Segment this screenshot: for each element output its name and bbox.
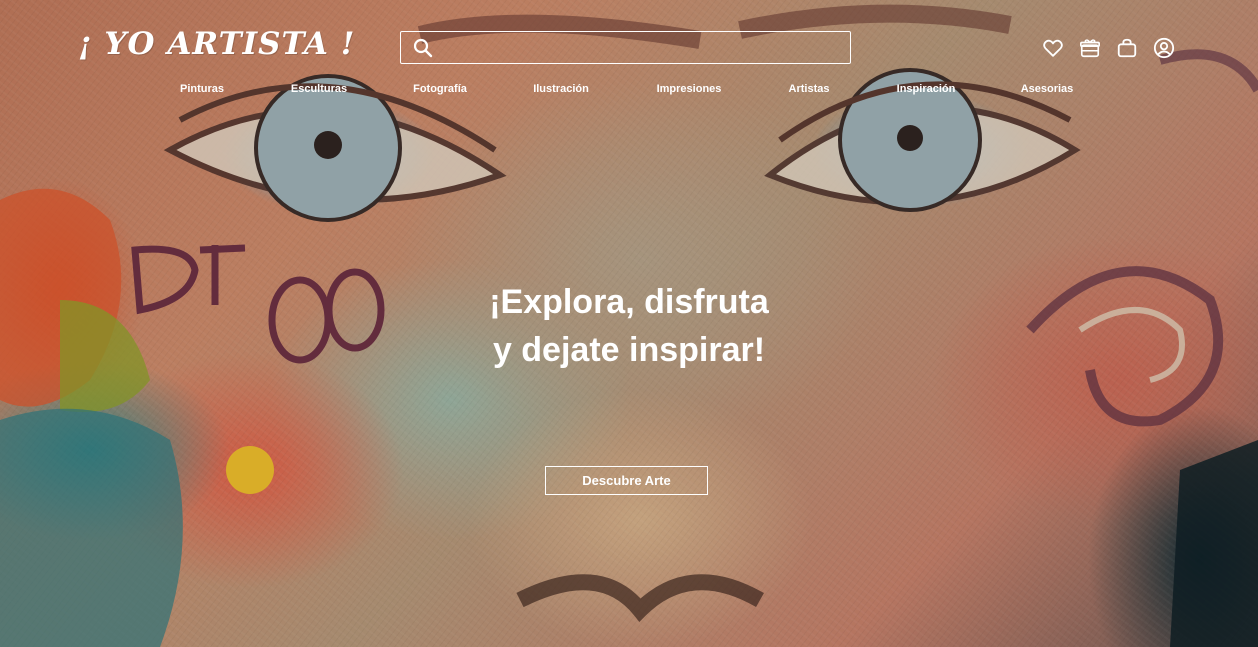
nav-item-inspiracion[interactable]: Inspiración bbox=[897, 83, 956, 95]
nav-item-artistas[interactable]: Artistas bbox=[789, 83, 830, 95]
search-icon[interactable] bbox=[413, 38, 433, 58]
nav-item-ilustracion[interactable]: Ilustración bbox=[533, 83, 589, 95]
heart-icon[interactable] bbox=[1042, 37, 1064, 59]
nav-item-pinturas[interactable]: Pinturas bbox=[180, 83, 224, 95]
main-navigation: Pinturas Esculturas Fotografía Ilustraci… bbox=[0, 83, 1258, 97]
gift-icon[interactable] bbox=[1079, 37, 1101, 59]
nav-item-asesorias[interactable]: Asesorias bbox=[1021, 83, 1074, 95]
nav-item-esculturas[interactable]: Esculturas bbox=[291, 83, 347, 95]
nav-item-fotografia[interactable]: Fotografía bbox=[413, 83, 467, 95]
hero-title-line-2: y dejate inspirar! bbox=[492, 331, 766, 369]
hero-title-line-1: ¡Explora, disfruta bbox=[489, 283, 769, 321]
header-actions bbox=[1042, 37, 1175, 59]
user-icon[interactable] bbox=[1153, 37, 1175, 59]
search-input[interactable] bbox=[433, 32, 850, 63]
hero-title: ¡Explora, disfruta y dejate inspirar! bbox=[0, 278, 1258, 374]
shopping-bag-icon[interactable] bbox=[1116, 37, 1138, 59]
nav-item-impresiones[interactable]: Impresiones bbox=[657, 83, 722, 95]
site-logo[interactable]: ¡ YO ARTISTA ! bbox=[78, 26, 355, 62]
search-bar[interactable] bbox=[400, 31, 851, 64]
discover-art-button[interactable]: Descubre Arte bbox=[545, 466, 708, 495]
